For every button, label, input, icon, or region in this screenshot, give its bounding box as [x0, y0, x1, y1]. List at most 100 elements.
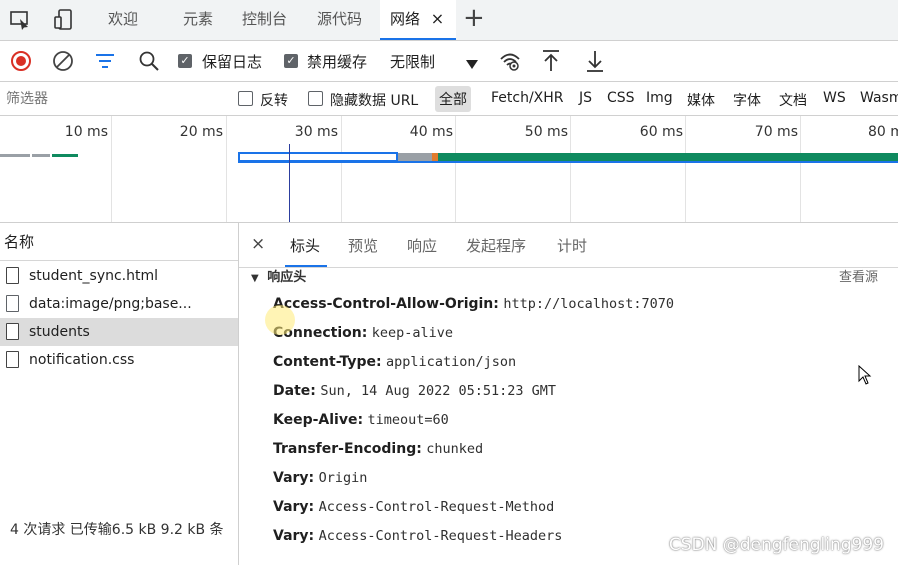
grid-line: [685, 116, 686, 222]
document-icon: [6, 323, 19, 340]
timeline-overview[interactable]: 10 ms 20 ms 30 ms 40 ms 50 ms 60 ms 70 m…: [0, 116, 898, 223]
header-name: Keep-Alive:: [273, 412, 364, 428]
header-row: Transfer-Encoding: chunked: [273, 441, 483, 457]
timeline-bar: [398, 153, 434, 161]
tab-timing[interactable]: 计时: [557, 235, 587, 256]
timeline-cursor-line: [289, 144, 290, 222]
close-detail-icon[interactable]: ×: [251, 234, 265, 254]
disable-cache-checkbox[interactable]: ✓: [284, 54, 298, 68]
filter-icon[interactable]: [95, 52, 115, 74]
header-value: keep-alive: [371, 325, 454, 341]
tick-label: 50 ms: [524, 124, 568, 140]
header-row: Keep-Alive: timeout=60: [273, 412, 449, 428]
tab-welcome[interactable]: 欢迎: [108, 0, 138, 40]
tab-initiator[interactable]: 发起程序: [466, 235, 526, 256]
tab-network-label: 网络: [390, 10, 421, 28]
triangle-down-icon: ▼: [251, 273, 259, 284]
tab-preview[interactable]: 预览: [348, 235, 378, 256]
request-name: notification.css: [29, 352, 135, 368]
filter-input[interactable]: [4, 87, 228, 111]
add-tab-icon[interactable]: +: [463, 3, 485, 33]
tick-label: 40 ms: [409, 124, 453, 140]
filter-type-img[interactable]: Img: [646, 90, 673, 106]
timeline-bar: [238, 161, 898, 163]
grid-line: [341, 116, 342, 222]
tick-label: 60 ms: [639, 124, 683, 140]
mouse-pointer-icon: [858, 364, 872, 389]
grid-line: [800, 116, 801, 222]
filter-type-all[interactable]: 全部: [435, 86, 471, 112]
header-value: Origin: [318, 470, 368, 486]
header-value: chunked: [426, 441, 484, 457]
tick-label: 20 ms: [179, 124, 223, 140]
preserve-log-checkbox[interactable]: ✓: [178, 54, 192, 68]
request-row[interactable]: notification.css: [0, 346, 238, 374]
request-row[interactable]: data:image/png;base...: [0, 290, 238, 318]
timeline-bar: [438, 153, 898, 161]
record-icon[interactable]: [10, 50, 32, 76]
filter-type-doc[interactable]: 文档: [779, 90, 807, 110]
request-name: students: [29, 324, 90, 340]
header-value: application/json: [386, 354, 517, 370]
devtools-tab-bar: 欢迎 元素 控制台 源代码 网络 × +: [0, 0, 898, 41]
tab-network[interactable]: 网络 ×: [380, 0, 456, 40]
tab-elements[interactable]: 元素: [183, 0, 213, 40]
inspect-element-icon[interactable]: [8, 8, 32, 32]
section-title: 响应头: [267, 270, 307, 285]
header-value: timeout=60: [367, 412, 449, 428]
section-header[interactable]: ▼ 响应头: [251, 266, 306, 285]
export-har-icon[interactable]: [585, 49, 605, 77]
network-toolbar: ✓ 保留日志 ✓ 禁用缓存 无限制: [0, 41, 898, 82]
header-name: Access-Control-Allow-Origin:: [273, 296, 499, 312]
document-icon: [6, 267, 19, 284]
header-name: Content-Type:: [273, 354, 382, 370]
header-name: Vary:: [273, 528, 315, 544]
device-toolbar-icon[interactable]: [52, 8, 76, 32]
filter-type-wasm[interactable]: Wasm: [860, 90, 898, 106]
filter-type-js[interactable]: JS: [579, 90, 592, 106]
invert-label: 反转: [260, 93, 288, 109]
tab-console[interactable]: 控制台: [242, 0, 287, 40]
tick-label: 30 ms: [294, 124, 338, 140]
header-name: Date:: [273, 383, 316, 399]
invert-checkbox[interactable]: [238, 91, 253, 106]
network-conditions-icon[interactable]: [499, 50, 521, 76]
name-column-header[interactable]: 名称: [0, 223, 238, 261]
headers-panel: ▼ 响应头 查看源 Access-Control-Allow-Origin: h…: [239, 268, 898, 565]
filter-type-fetch-xhr[interactable]: Fetch/XHR: [491, 90, 564, 106]
request-name: data:image/png;base...: [29, 296, 192, 312]
request-row[interactable]: students: [0, 318, 238, 346]
grid-line: [111, 116, 112, 222]
close-tab-icon[interactable]: ×: [431, 9, 444, 28]
request-row[interactable]: student_sync.html: [0, 262, 238, 290]
grid-line: [455, 116, 456, 222]
filter-type-font[interactable]: 字体: [733, 90, 761, 110]
timeline-bar: [52, 154, 78, 157]
hide-data-urls-checkbox[interactable]: [308, 91, 323, 106]
document-icon: [6, 351, 19, 368]
filter-type-ws[interactable]: WS: [823, 90, 846, 106]
header-value: Sun, 14 Aug 2022 05:51:23 GMT: [320, 383, 557, 399]
timeline-bar: [32, 154, 50, 157]
timeline-bar: [0, 154, 30, 157]
throttle-select[interactable]: 无限制: [388, 47, 484, 75]
tick-label: 70 ms: [754, 124, 798, 140]
chevron-down-icon: [466, 55, 478, 74]
filter-type-css[interactable]: CSS: [607, 90, 635, 106]
clear-icon[interactable]: [52, 50, 74, 76]
tab-sources[interactable]: 源代码: [317, 0, 362, 40]
import-har-icon[interactable]: [541, 49, 561, 77]
header-row: Vary: Access-Control-Request-Method: [273, 499, 554, 515]
preserve-log-label: 保留日志: [202, 53, 263, 71]
search-icon[interactable]: [138, 50, 160, 76]
tab-response[interactable]: 响应: [407, 235, 437, 256]
filter-type-media[interactable]: 媒体: [687, 90, 715, 110]
view-source-link[interactable]: 查看源: [839, 266, 878, 285]
throttle-value: 无限制: [390, 53, 436, 71]
disable-cache-label: 禁用缓存: [307, 53, 368, 71]
header-row: Connection: keep-alive: [273, 325, 453, 341]
header-name: Vary:: [273, 470, 315, 486]
header-name: Transfer-Encoding:: [273, 441, 422, 457]
request-list: 名称 student_sync.html data:image/png;base…: [0, 223, 239, 565]
tab-headers[interactable]: 标头: [290, 235, 320, 256]
